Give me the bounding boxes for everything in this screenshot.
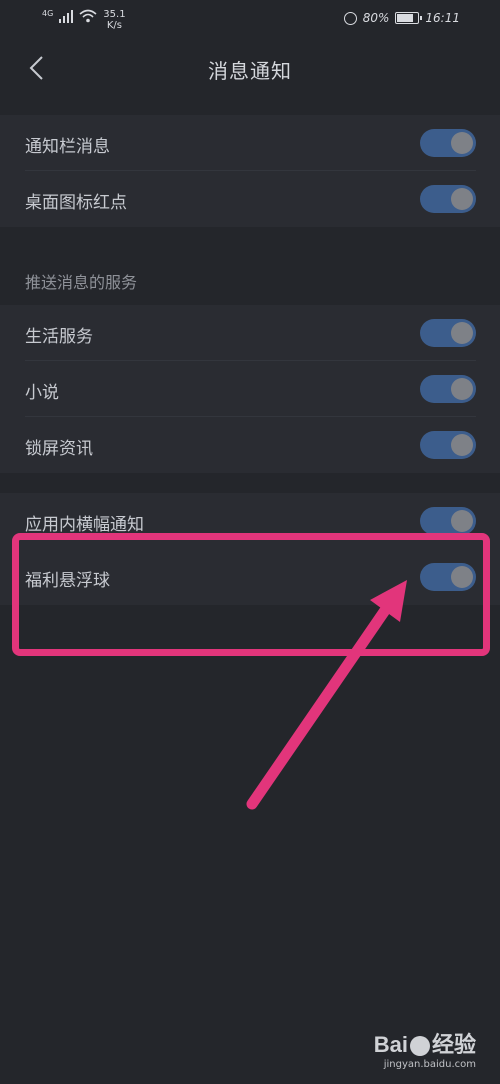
watermark-brand-cn: 经验 <box>431 1032 476 1057</box>
network-speed-value: 35.1 <box>103 9 126 20</box>
battery-icon <box>395 12 423 24</box>
watermark-url: jingyan.baidu.com <box>383 1059 476 1070</box>
settings-group-push: 生活服务 小说 锁屏资讯 <box>0 305 500 473</box>
setting-row-notification-bar[interactable]: 通知栏消息 <box>0 115 500 171</box>
life-services-toggle[interactable] <box>420 319 476 347</box>
settings-group-general: 通知栏消息 桌面图标红点 <box>0 115 500 227</box>
setting-label: 通知栏消息 <box>25 137 110 157</box>
section-title-push-services: 推送消息的服务 <box>25 273 138 292</box>
paw-logo-icon <box>409 1036 430 1057</box>
highlight-box <box>12 533 490 656</box>
status-bar: 4G 35.1 K/s 80% 16:11 <box>0 0 500 38</box>
setting-label: 生活服务 <box>25 327 93 347</box>
clock: 16:11 <box>425 11 460 25</box>
setting-label: 桌面图标红点 <box>25 193 127 213</box>
network-type: 4G <box>42 9 54 18</box>
badge-toggle[interactable] <box>420 185 476 213</box>
setting-row-badge[interactable]: 桌面图标红点 <box>0 171 500 227</box>
inapp-banner-toggle[interactable] <box>420 507 476 535</box>
page-title: 消息通知 <box>208 59 292 83</box>
setting-row-novels[interactable]: 小说 <box>0 361 500 417</box>
wifi-icon <box>79 9 97 26</box>
alarm-icon <box>343 11 357 25</box>
signal-icon <box>59 9 74 23</box>
app-header: 消息通知 <box>0 38 500 96</box>
watermark-brand: Bai <box>373 1032 408 1057</box>
setting-label: 锁屏资讯 <box>25 439 93 459</box>
novels-toggle[interactable] <box>420 375 476 403</box>
setting-row-lockscreen-news[interactable]: 锁屏资讯 <box>0 417 500 473</box>
network-speed-unit: K/s <box>106 20 122 31</box>
battery-percent: 80% <box>362 11 390 25</box>
setting-label: 小说 <box>25 383 59 403</box>
notification-bar-toggle[interactable] <box>420 129 476 157</box>
setting-label: 应用内横幅通知 <box>25 515 144 535</box>
baidu-watermark: Bai 经验 jingyan.baidu.com <box>374 1027 476 1070</box>
lockscreen-news-toggle[interactable] <box>420 431 476 459</box>
setting-row-life-services[interactable]: 生活服务 <box>0 305 500 361</box>
network-speed: 35.1 K/s <box>103 9 125 31</box>
